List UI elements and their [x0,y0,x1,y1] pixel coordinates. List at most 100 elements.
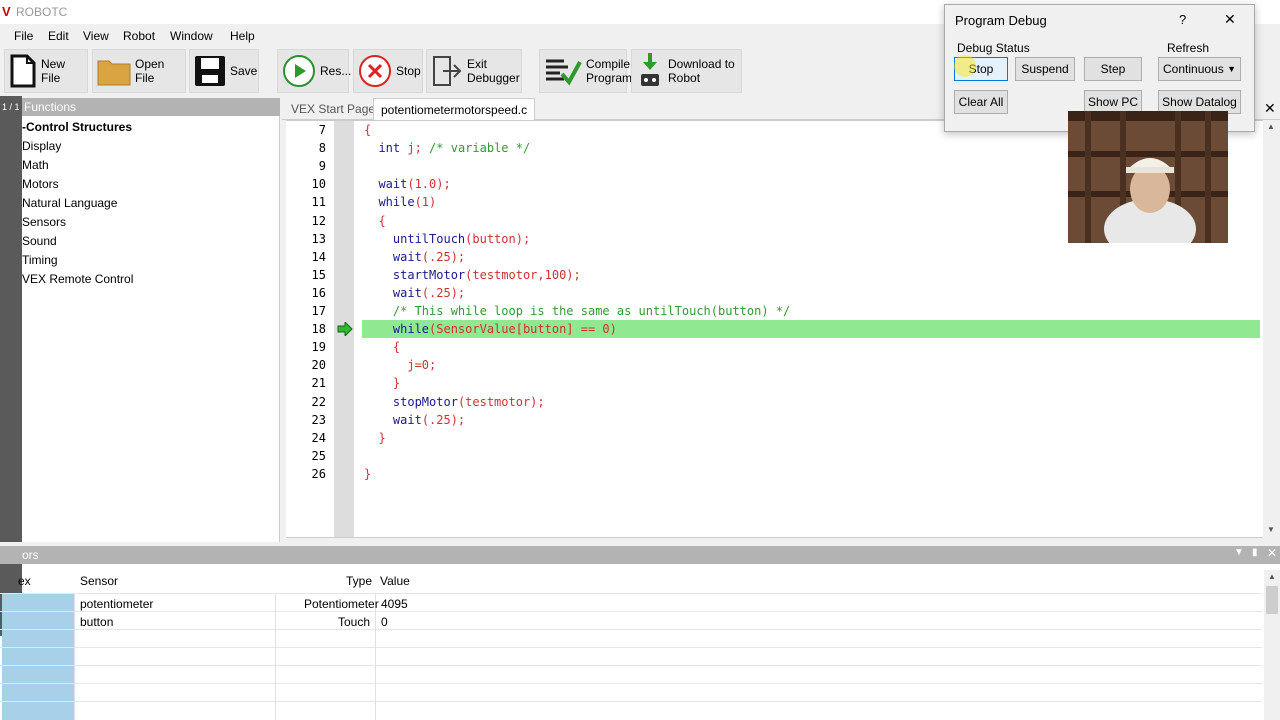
code-line: while(1) [378,195,437,210]
col-sensor[interactable]: Sensor [80,574,118,588]
dialog-title: Program Debug [955,13,1047,28]
code-line: int j; /* variable */ [378,141,531,156]
code-line: } [364,466,372,481]
chevron-down-icon: ▼ [1227,64,1236,74]
debug-status-label: Debug Status [957,41,1030,55]
code-line: j=0; [364,358,437,373]
line-number: 14 [311,249,326,264]
close-panel-icon[interactable]: ✕ [1267,546,1277,560]
line-number: 17 [311,304,326,318]
menu-file[interactable]: File [14,29,33,43]
sensor-debug-grid [0,564,1280,720]
line-number: 15 [311,267,326,282]
folder-icon [97,56,131,86]
scroll-up-icon[interactable]: ▲ [1267,122,1275,131]
compile-program-button[interactable]: Compile Program [539,49,632,93]
code-line: while(SensorValue[button] == 0) [392,322,617,337]
col-value[interactable]: Value [380,574,410,588]
tab-vex-start-page[interactable]: VEX Start Page [284,98,382,120]
editor-scrollbar[interactable]: ▲ ▼ [1263,120,1279,538]
line-number: 16 [311,285,326,300]
grid-scrollbar[interactable]: ▲ [1264,570,1280,720]
functions-panel [22,116,280,542]
line-number: 8 [318,141,326,156]
fn-sensors[interactable]: Sensors [22,215,66,229]
fn-control-structures[interactable]: -Control Structures [22,120,132,134]
line-number: 7 [318,123,326,137]
fn-vex-remote-control[interactable]: VEX Remote Control [22,272,133,286]
line-number: 19 [311,340,326,355]
line-number: 9 [318,159,326,174]
compile-icon [544,56,582,86]
sensor-type: Touch [338,615,371,629]
code-line: stopMotor(testmotor); [392,394,545,409]
step-button[interactable]: Step [1084,57,1142,81]
menu-edit[interactable]: Edit [48,29,69,43]
line-number: 23 [311,412,326,427]
line-number: 11 [311,195,326,210]
menu-robot[interactable]: Robot [123,29,155,43]
code-line: { [364,340,401,355]
tool-strip: 1 / 1 [0,96,22,542]
menu-help[interactable]: Help [230,29,255,43]
line-number: 18 [311,322,326,337]
code-line: { [364,213,386,228]
sensor-value: 4095 [381,597,408,611]
fn-motors[interactable]: Motors [22,177,59,191]
app-logo-icon: V [2,4,11,19]
resume-button[interactable]: Res... [277,49,351,93]
sensor-type: Potentiometer [304,597,379,611]
scroll-thumb[interactable] [1266,586,1278,614]
new-file-button[interactable]: New File [4,49,88,93]
close-editor-icon[interactable]: ✕ [1264,100,1276,117]
pin-icon[interactable]: ▮ [1252,547,1258,558]
line-number: 22 [311,394,326,409]
play-icon [282,54,316,88]
suspend-button[interactable]: Suspend [1015,57,1075,81]
fn-math[interactable]: Math [22,158,49,172]
refresh-mode-select[interactable]: Continuous ▼ [1158,57,1241,81]
sensor-value: 0 [381,615,388,629]
line-number: 24 [311,430,326,445]
code-line: } [364,376,401,391]
save-disk-icon [194,55,226,87]
code-line: wait(1.0); [378,177,451,192]
new-file-icon [9,54,37,88]
close-dialog-icon[interactable]: ✕ [1224,11,1236,28]
tab-source-file[interactable]: potentiometermotorspeed.c [373,98,536,120]
line-number: 12 [311,213,326,228]
exit-debugger-button[interactable]: Exit Debugger [426,49,522,93]
code-line: startMotor(testmotor,100); [392,267,581,282]
save-button[interactable]: Save [189,49,259,93]
menu-view[interactable]: View [83,29,109,43]
line-number: 25 [311,448,326,463]
line-number: 20 [311,358,326,373]
functions-header: Functions [0,98,280,116]
sensor-name: button [80,615,114,629]
fn-display[interactable]: Display [22,139,61,153]
col-index[interactable]: ex [18,574,31,588]
fn-natural-language[interactable]: Natural Language [22,196,117,210]
stop-icon [358,54,392,88]
line-number: 13 [311,231,326,246]
code-line: /* This while loop is the same as untilT… [364,304,791,318]
col-type[interactable]: Type [346,574,372,588]
stop-button[interactable]: Stop [353,49,423,93]
fn-timing[interactable]: Timing [22,253,58,267]
code-line: { [364,123,372,137]
fn-sound[interactable]: Sound [22,234,57,248]
dropdown-icon[interactable]: ▼ [1234,547,1244,558]
open-file-button[interactable]: Open File [92,49,186,93]
help-icon[interactable]: ? [1179,12,1186,27]
scroll-up-icon[interactable]: ▲ [1268,572,1276,581]
code-line: wait(.25); [392,285,466,300]
webcam-overlay-image [1068,111,1228,243]
scroll-down-icon[interactable]: ▼ [1267,525,1275,534]
line-number: 10 [311,177,326,192]
code-line: wait(.25); [392,412,466,427]
code-line: untilTouch(button); [392,231,531,246]
refresh-label: Refresh [1167,41,1210,55]
menu-window[interactable]: Window [170,29,213,43]
clear-all-button[interactable]: Clear All [954,90,1008,114]
download-to-robot-button[interactable]: Download to Robot [631,49,742,93]
